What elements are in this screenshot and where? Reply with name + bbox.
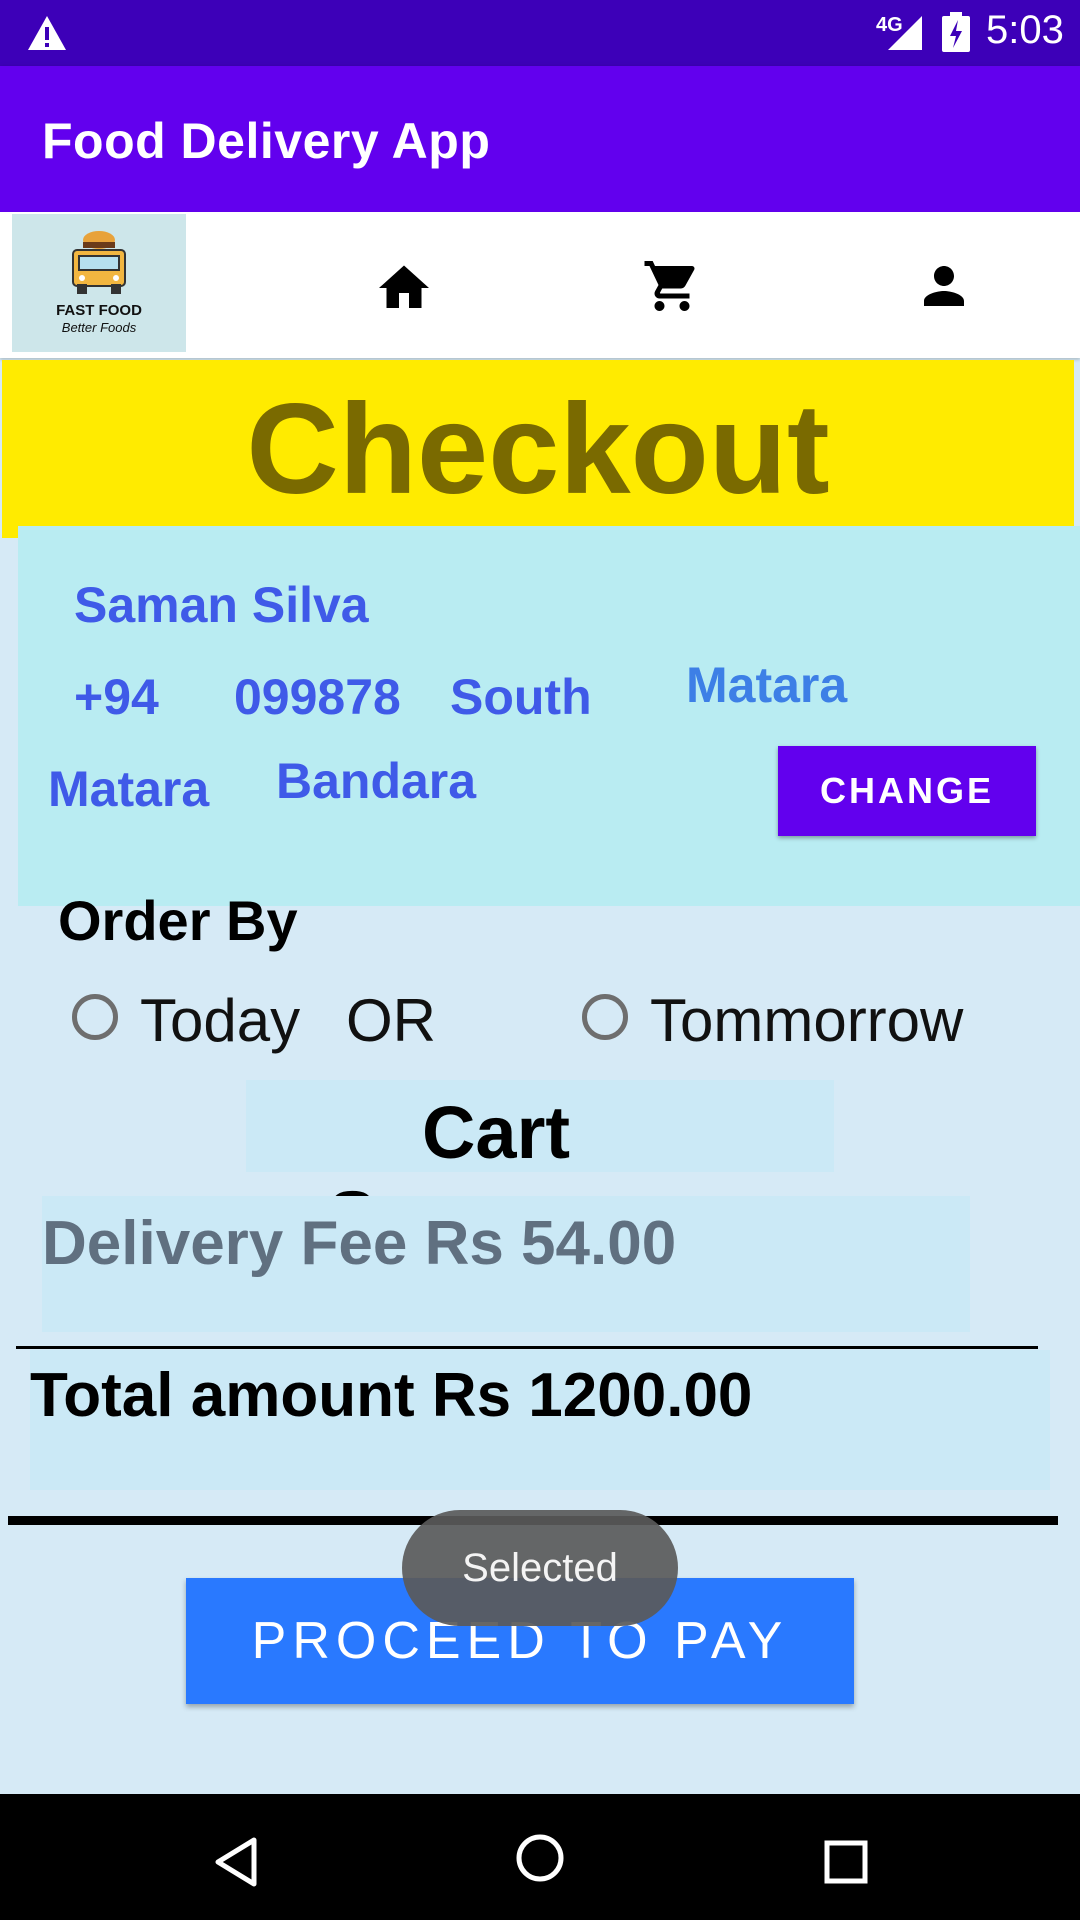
total-amount: Total amount Rs 1200.00 (30, 1361, 753, 1430)
customer-name: Saman Silva (74, 577, 369, 633)
phone-country-code: +94 (74, 669, 159, 725)
customer-lastname: Bandara (276, 753, 477, 809)
today-radio[interactable] (72, 994, 118, 1040)
back-icon[interactable] (210, 1834, 266, 1890)
today-radio-label[interactable]: Today (140, 986, 300, 1055)
status-time: 5:03 (986, 8, 1064, 52)
fast-food-logo[interactable]: FAST FOOD Better Foods (12, 214, 186, 352)
address-street: South (450, 669, 592, 725)
tomorrow-radio[interactable] (582, 994, 628, 1040)
change-address-button[interactable]: CHANGE (778, 746, 1036, 836)
profile-icon[interactable] (914, 256, 974, 316)
checkout-title: Checkout (246, 378, 830, 521)
logo-tagline: Better Foods (61, 320, 137, 335)
home-icon[interactable] (374, 258, 434, 318)
app-title: Food Delivery App (42, 113, 491, 169)
warning-icon (28, 16, 66, 50)
food-truck-icon (72, 231, 126, 294)
or-label: OR (346, 987, 436, 1054)
battery-charging-icon (942, 12, 970, 52)
network-type-label: 4G (876, 14, 903, 36)
recents-icon[interactable] (818, 1834, 874, 1890)
home-circle-icon[interactable] (512, 1830, 568, 1886)
tomorrow-radio-label[interactable]: Tommorrow (650, 986, 963, 1055)
address-city: Matara (686, 657, 848, 713)
address-district: Matara (48, 761, 210, 817)
cart-icon[interactable] (642, 256, 702, 316)
phone-number: 099878 (234, 669, 401, 725)
logo-title: FAST FOOD (56, 302, 142, 319)
toast-message: Selected (402, 1510, 678, 1626)
delivery-fee: Delivery Fee Rs 54.00 (42, 1209, 677, 1278)
divider (16, 1346, 1038, 1349)
order-by-label: Order By (58, 889, 298, 952)
